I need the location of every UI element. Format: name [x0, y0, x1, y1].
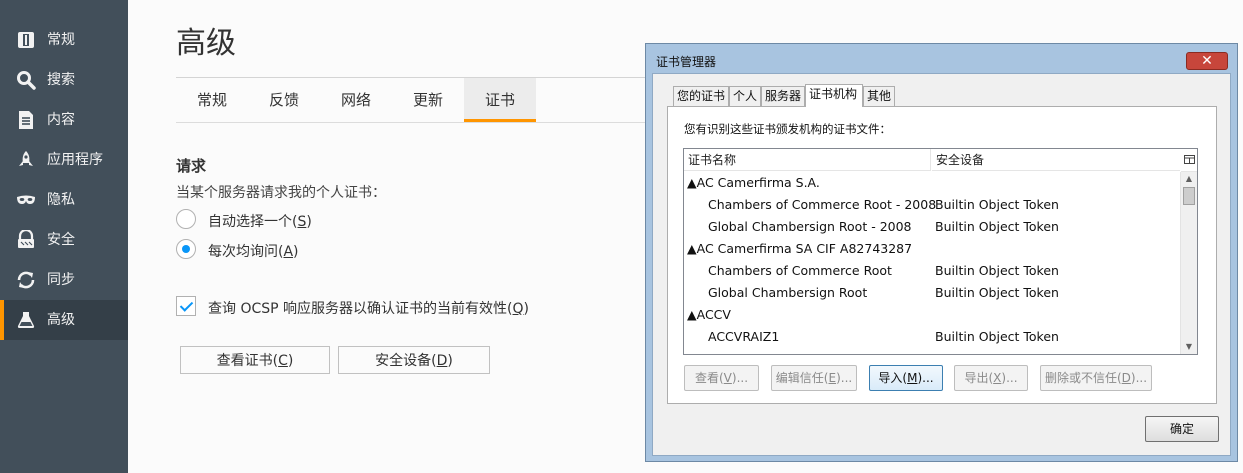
tab-your-certificates[interactable]: 您的证书 [673, 86, 729, 106]
radio-auto-select[interactable] [176, 209, 196, 229]
tab-network[interactable]: 网络 [320, 78, 392, 122]
sidebar-item-advanced[interactable]: 高级 [0, 300, 128, 340]
applications-icon [16, 150, 36, 170]
sidebar-item-label: 安全 [47, 232, 75, 248]
ocsp-checkbox-label[interactable]: 查询 OCSP 响应服务器以确认证书的当前有效性(Q) [208, 298, 529, 318]
sidebar: 常规 搜索 内容 应用程序 隐私 安全 同步 高级 [0, 0, 128, 473]
certificate-manager-dialog: 证书管理器 ✕ 您的证书 个人 服务器 证书机构 其他 您有识别这些证书颁发机构… [645, 43, 1238, 462]
column-picker-icon[interactable] [1181, 149, 1197, 172]
sidebar-item-label: 应用程序 [47, 152, 103, 168]
tab-feedback[interactable]: 反馈 [248, 78, 320, 122]
sidebar-item-security[interactable]: 安全 [0, 220, 128, 260]
dialog-body: 您的证书 个人 服务器 证书机构 其他 您有识别这些证书颁发机构的证书文件： 证… [652, 73, 1231, 456]
tree-group-row[interactable]: ▲ACCV [684, 304, 1181, 326]
sidebar-item-label: 同步 [47, 272, 75, 288]
sidebar-item-privacy[interactable]: 隐私 [0, 180, 128, 220]
tab-authorities[interactable]: 证书机构 [805, 84, 863, 107]
sidebar-item-search[interactable]: 搜索 [0, 60, 128, 100]
tabs-divider [176, 122, 656, 123]
tree-group-row[interactable]: ▲AC Camerfirma SA CIF A82743287 [684, 238, 1181, 260]
sidebar-item-label: 常规 [47, 32, 75, 48]
tree-item-row[interactable]: Global Chambersign Root - 2008 Builtin Ob… [684, 216, 1181, 238]
view-certificates-button[interactable]: 查看证书(C) [180, 346, 330, 374]
tab-certificates[interactable]: 证书 [464, 78, 536, 122]
tree-item-row[interactable]: Global Chambersign Root Builtin Object To… [684, 282, 1181, 304]
tab-people[interactable]: 个人 [729, 86, 761, 106]
import-button[interactable]: 导入(M)... [869, 365, 943, 391]
sidebar-item-sync[interactable]: 同步 [0, 260, 128, 300]
delete-or-distrust-button[interactable]: 删除或不信任(D)... [1040, 365, 1152, 391]
section-description: 当某个服务器请求我的个人证书： [176, 185, 386, 201]
radio-ask-every-time[interactable] [176, 239, 196, 259]
tab-general[interactable]: 常规 [176, 78, 248, 122]
sidebar-item-content[interactable]: 内容 [0, 100, 128, 140]
certificate-tree[interactable]: 证书名称 安全设备 ▲AC Camerfirma S.A. Chambers o… [683, 148, 1198, 355]
scroll-down-icon[interactable]: ▼ [1184, 342, 1194, 352]
tree-item-row[interactable]: Chambers of Commerce Root - 2008 Builtin … [684, 194, 1181, 216]
export-button[interactable]: 导出(X)... [954, 365, 1028, 391]
radio-ask-every-time-label[interactable]: 每次均询问(A) [208, 241, 299, 261]
tab-update[interactable]: 更新 [392, 78, 464, 122]
tree-group-row[interactable]: ▲AC Camerfirma S.A. [684, 172, 1181, 194]
content-icon [16, 110, 36, 130]
scroll-up-icon[interactable]: ▲ [1184, 174, 1194, 184]
general-icon [16, 30, 36, 50]
tab-others[interactable]: 其他 [863, 86, 895, 106]
dialog-title: 证书管理器 [656, 55, 717, 69]
advanced-icon [16, 310, 36, 330]
tree-scrollbar[interactable]: ▲ ▼ [1180, 172, 1197, 354]
sidebar-item-label: 隐私 [47, 192, 75, 208]
tree-item-row[interactable]: ACCVRAIZ1 Builtin Object Token [684, 326, 1181, 348]
sidebar-item-label: 搜索 [47, 72, 75, 88]
column-header-cert-name[interactable]: 证书名称 [684, 149, 931, 171]
panel-description: 您有识别这些证书颁发机构的证书文件： [684, 122, 891, 136]
sidebar-item-label: 高级 [47, 312, 75, 328]
column-header-security-device[interactable]: 安全设备 [932, 149, 1180, 171]
ok-button[interactable]: 确定 [1145, 416, 1219, 442]
scroll-thumb[interactable] [1183, 187, 1195, 205]
radio-auto-select-label[interactable]: 自动选择一个(S) [208, 211, 312, 231]
close-button[interactable]: ✕ [1186, 52, 1228, 70]
sync-icon [16, 270, 36, 290]
sidebar-item-applications[interactable]: 应用程序 [0, 140, 128, 180]
page-title: 高级 [176, 26, 236, 61]
authorities-panel: 您有识别这些证书颁发机构的证书文件： 证书名称 安全设备 ▲AC Camerfi… [667, 106, 1217, 404]
security-devices-button[interactable]: 安全设备(D) [338, 346, 490, 374]
privacy-mask-icon [16, 190, 36, 210]
sidebar-item-label: 内容 [47, 112, 75, 128]
security-icon [16, 228, 36, 250]
sidebar-item-general[interactable]: 常规 [0, 20, 128, 60]
tree-item-row[interactable]: Chambers of Commerce Root Builtin Object … [684, 260, 1181, 282]
view-button[interactable]: 查看(V)... [684, 365, 759, 391]
section-title-request: 请求 [176, 157, 207, 175]
ocsp-checkbox[interactable] [176, 296, 196, 316]
search-icon [16, 70, 36, 90]
edit-trust-button[interactable]: 编辑信任(E)... [771, 365, 857, 391]
tab-servers[interactable]: 服务器 [761, 86, 805, 106]
close-icon: ✕ [1201, 53, 1213, 69]
